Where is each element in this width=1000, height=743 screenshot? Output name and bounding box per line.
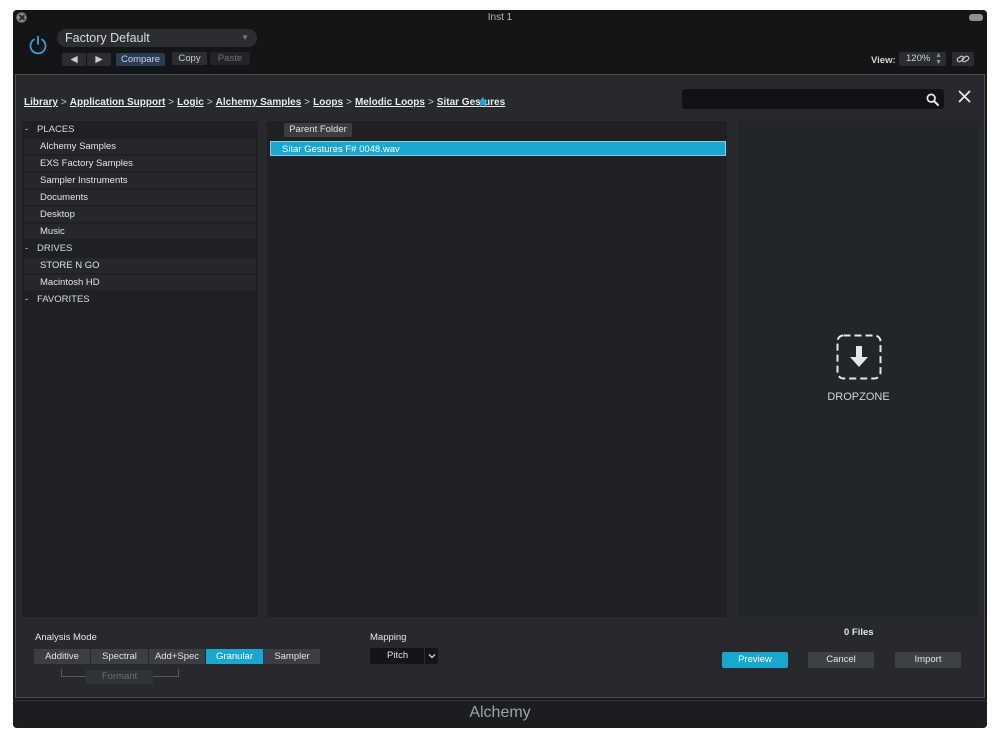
parent-folder-button[interactable]: Parent Folder — [284, 123, 352, 137]
sidebar: - PLACES Alchemy Samples EXS Factory Samp… — [22, 121, 258, 617]
cancel-button[interactable]: Cancel — [808, 652, 874, 668]
sidebar-item-alchemy-samples[interactable]: Alchemy Samples — [24, 139, 256, 154]
dropzone-download-icon — [836, 334, 882, 380]
breadcrumb-library[interactable]: Library — [24, 97, 58, 108]
breadcrumb-logic[interactable]: Logic — [177, 97, 204, 108]
dropzone-label: DROPZONE — [827, 391, 890, 403]
mapping-value: Pitch — [387, 650, 409, 661]
plugin-header: Factory Default ▼ ◀ ▶ Compare Copy Paste… — [13, 26, 987, 74]
breadcrumb-loops[interactable]: Loops — [313, 97, 343, 108]
search-icon[interactable] — [926, 93, 939, 106]
mode-addspec-button[interactable]: Add+Spec — [149, 649, 206, 664]
sidebar-item-store-n-go[interactable]: STORE N GO — [24, 258, 256, 273]
chevron-down-icon: ▼ — [241, 33, 249, 42]
window-title: Inst 1 — [487, 12, 513, 23]
breadcrumb-alchemy-samples[interactable]: Alchemy Samples — [216, 97, 302, 108]
breadcrumb-melodic-loops[interactable]: Melodic Loops — [355, 97, 425, 108]
file-list-item[interactable]: Sitar Gestures F# 0048.wav — [270, 141, 726, 156]
window-zoom-button[interactable] — [969, 14, 983, 21]
mapping-label: Mapping — [370, 632, 407, 643]
file-list: Parent Folder Sitar Gestures F# 0048.wav — [267, 121, 727, 617]
breadcrumb-application-support[interactable]: Application Support — [70, 97, 166, 108]
power-icon[interactable] — [27, 34, 49, 56]
sidebar-item-sampler-instruments[interactable]: Sampler Instruments — [24, 173, 256, 188]
stepper-icon: ▲ ▼ — [935, 52, 942, 66]
mode-granular-button[interactable]: Granular — [206, 649, 264, 664]
import-button[interactable]: Import — [895, 652, 961, 668]
copy-button[interactable]: Copy — [172, 52, 207, 65]
title-bar: Inst 1 — [13, 10, 987, 26]
sidebar-header-places[interactable]: - PLACES — [22, 122, 258, 137]
link-icon — [956, 55, 970, 63]
preset-name: Factory Default — [65, 31, 150, 45]
mode-additive-button[interactable]: Additive — [34, 649, 91, 664]
formant-button[interactable]: Formant — [86, 670, 153, 684]
next-preset-button[interactable]: ▶ — [87, 53, 111, 66]
sidebar-item-desktop[interactable]: Desktop — [24, 207, 256, 222]
preview-button[interactable]: Preview — [722, 652, 788, 668]
sidebar-header-favorites[interactable]: - FAVORITES — [22, 292, 258, 307]
previous-preset-button[interactable]: ◀ — [62, 53, 86, 66]
sidebar-item-macintosh-hd[interactable]: Macintosh HD — [24, 275, 256, 290]
file-browser: Library > Application Support > Logic > Alchem… — [15, 74, 985, 698]
footer-bar: Alchemy — [13, 700, 987, 728]
sidebar-item-exs-factory-samples[interactable]: EXS Factory Samples — [24, 156, 256, 171]
sidebar-item-documents[interactable]: Documents — [24, 190, 256, 205]
view-zoom-select[interactable]: 120% ▲ ▼ — [899, 52, 946, 66]
breadcrumb-sitar-gestures[interactable]: Sitar Gestures — [437, 97, 505, 108]
compare-button[interactable]: Compare — [116, 53, 165, 66]
close-icon[interactable] — [957, 89, 972, 104]
search-input[interactable] — [682, 89, 944, 109]
plugin-window: Inst 1 Factory Default ▼ ◀ ▶ Compare Cop… — [13, 10, 987, 728]
link-button[interactable] — [952, 52, 974, 66]
preset-select[interactable]: Factory Default ▼ — [57, 29, 257, 47]
files-count: 0 Files — [844, 627, 874, 638]
sidebar-item-music[interactable]: Music — [24, 224, 256, 239]
mode-sampler-button[interactable]: Sampler — [264, 649, 321, 664]
breadcrumb: Library > Application Support > Logic > Alchem… — [24, 97, 506, 108]
chevron-down-icon — [424, 648, 438, 664]
app-name: Alchemy — [469, 704, 531, 721]
sidebar-header-drives[interactable]: - DRIVES — [22, 241, 258, 256]
paste-button[interactable]: Paste — [210, 52, 250, 65]
favorite-star-icon[interactable] — [477, 96, 489, 108]
analysis-mode-label: Analysis Mode — [35, 632, 97, 643]
view-label: View: — [871, 55, 896, 66]
mapping-select[interactable]: Pitch — [370, 648, 438, 664]
dropzone-pane[interactable]: DROPZONE — [738, 121, 979, 617]
view-zoom-value: 120% — [906, 53, 931, 64]
mode-spectral-button[interactable]: Spectral — [91, 649, 149, 664]
